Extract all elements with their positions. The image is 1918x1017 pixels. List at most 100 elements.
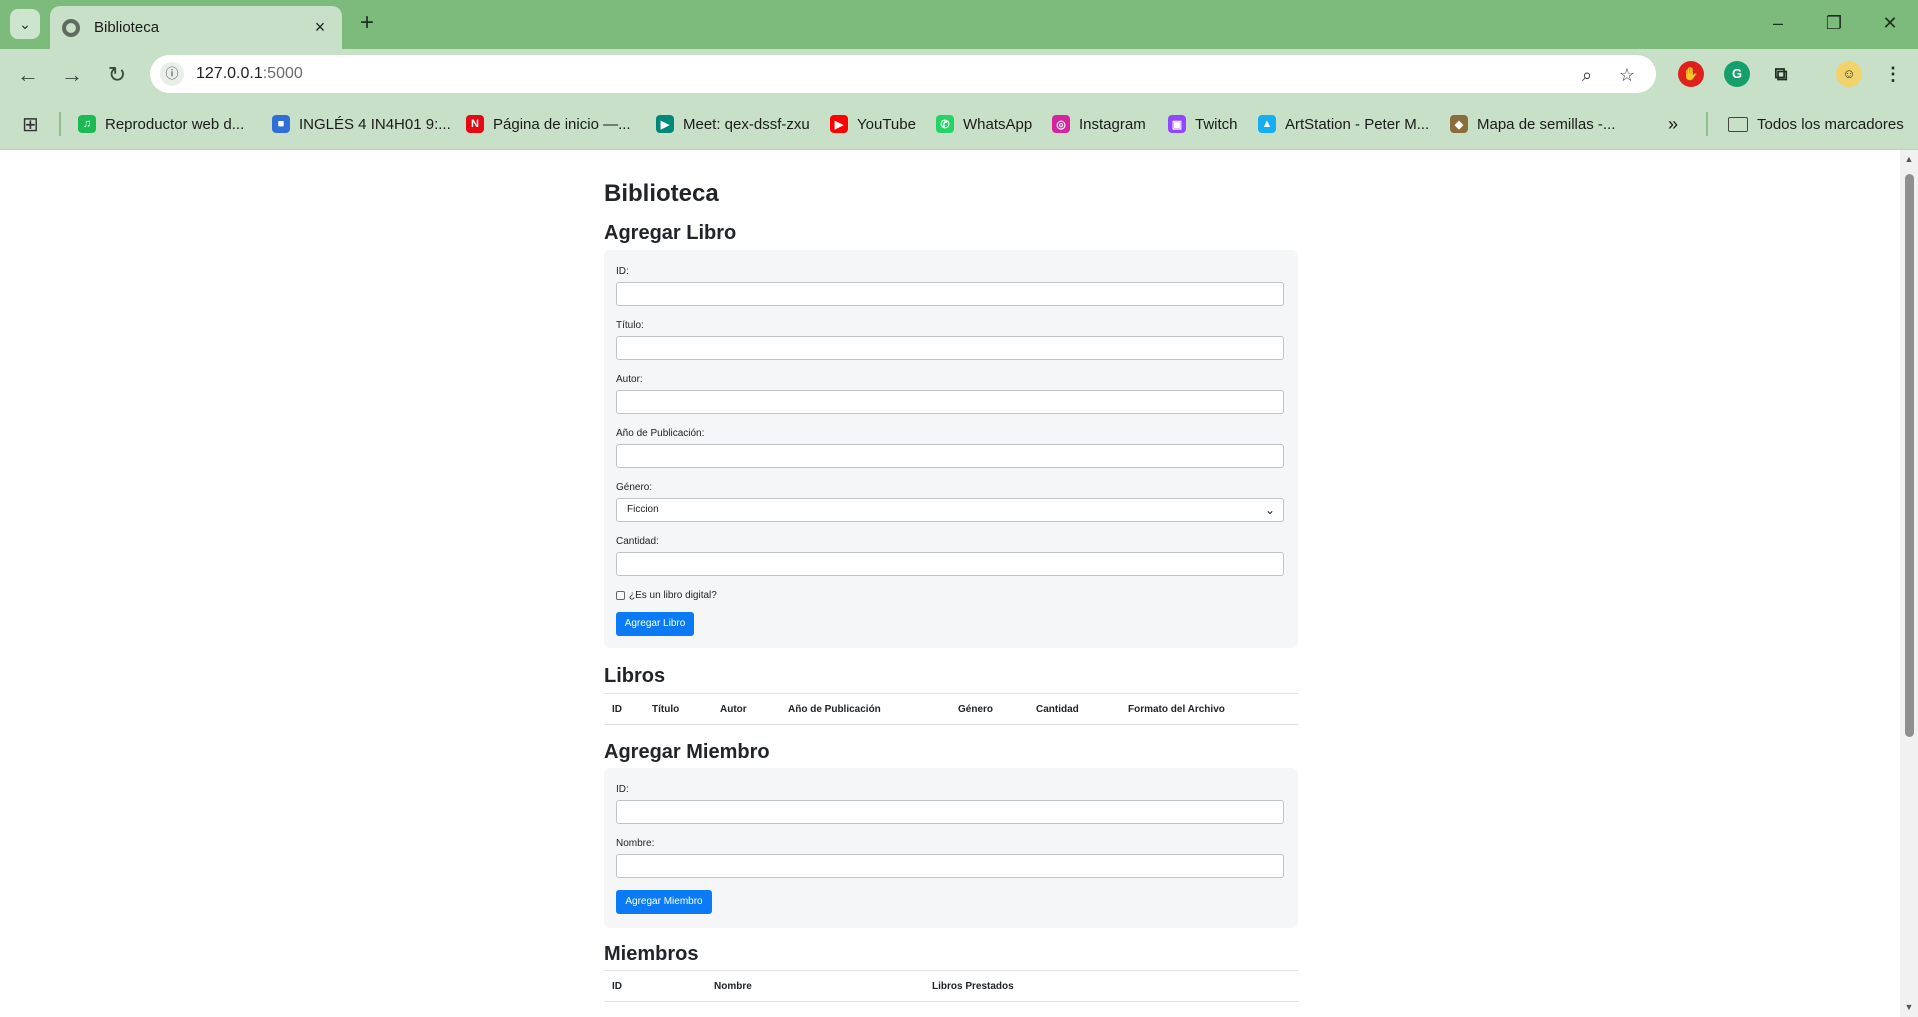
bookmark-star-icon[interactable]: ☆ [1614,62,1640,88]
bookmark-item[interactable]: ▶ YouTube [830,113,916,135]
bookmark-separator [59,112,61,136]
all-bookmarks-label: Todos los marcadores [1757,115,1904,133]
tab-biblioteca[interactable]: Biblioteca × [50,6,342,49]
close-tab-icon[interactable]: × [310,17,330,38]
book-quantity-label: Cantidad: [616,536,659,547]
member-name-input[interactable] [616,854,1284,878]
bookmark-label: YouTube [857,115,916,133]
bookmarks-bar: ⊞ ♫ Reproductor web d... ■ INGLÉS 4 IN4H01 … [0,99,1918,150]
books-heading: Libros [604,665,666,687]
scroll-down-icon[interactable]: ▼ [1904,1002,1914,1012]
bookmark-item[interactable]: ◆ Mapa de semillas -... [1450,113,1615,135]
book-id-input[interactable] [616,282,1284,306]
bookmark-label: Meet: qex-dssf-zxu [683,115,810,133]
book-author-label: Autor: [616,374,643,385]
close-window-button[interactable]: ✕ [1870,8,1910,38]
add-member-heading: Agregar Miembro [604,741,770,763]
page-content: Biblioteca Agregar Libro ID: Título: Aut… [0,150,1900,1017]
bookmark-item[interactable]: ▣ Twitch [1168,113,1238,135]
minimize-button[interactable]: – [1758,8,1798,38]
books-col-genre: Género [958,704,994,715]
bookmark-label: Twitch [1195,115,1238,133]
whatsapp-icon: ✆ [936,115,954,133]
more-bookmarks-icon[interactable]: » [1668,113,1678,135]
address-bar[interactable]: ⓘ 127.0.0.1:5000 ⌕ ☆ [150,55,1656,93]
digital-book-checkbox[interactable] [616,591,625,600]
meet-icon: ▶ [656,115,674,133]
scrollbar-thumb[interactable] [1905,174,1914,737]
site-info-icon[interactable]: ⓘ [160,62,184,86]
tab-search-button[interactable]: ⌄ [10,9,40,39]
books-col-title: Título [652,704,680,715]
bookmark-item[interactable]: ▲ ArtStation - Peter M... [1258,113,1429,135]
book-title-input[interactable] [616,336,1284,360]
bookmark-label: WhatsApp [963,115,1033,133]
folder-icon [1728,116,1748,132]
books-col-quantity: Cantidad [1036,704,1079,715]
member-id-input[interactable] [616,800,1284,824]
member-id-label: ID: [616,784,629,795]
grammarly-extension-icon[interactable]: G [1724,61,1750,87]
members-heading: Miembros [604,943,699,965]
apps-grid-icon[interactable]: ⊞ [22,113,39,136]
book-genre-label: Género: [616,482,653,493]
add-member-button[interactable]: Agregar Miembro [616,890,712,914]
digital-book-label: ¿Es un libro digital? [629,590,717,601]
bookmark-label: Página de inicio —... [493,115,631,133]
book-year-input[interactable] [616,444,1284,468]
url-text: 127.0.0.1:5000 [196,65,303,82]
bookmark-label: Reproductor web d... [105,115,245,133]
add-book-button[interactable]: Agregar Libro [616,612,694,636]
genre-selected-value: Ficcion [627,504,659,515]
bookmark-item[interactable]: ▶ Meet: qex-dssf-zxu [656,113,810,135]
spotify-icon: ♫ [78,115,96,133]
netflix-icon: N [466,115,484,133]
classroom-icon: ■ [272,115,290,133]
youtube-icon: ▶ [830,115,848,133]
back-button[interactable]: ← [12,59,44,91]
bookmark-item[interactable]: ✆ WhatsApp [936,113,1032,135]
zoom-icon[interactable]: ⌕ [1574,62,1600,88]
book-quantity-input[interactable] [616,552,1284,576]
seed-map-icon: ◆ [1450,115,1468,133]
tab-strip: ⌄ Biblioteca × + – ❐ ✕ [0,0,1918,49]
bookmark-label: ArtStation - Peter M... [1285,115,1430,133]
book-author-input[interactable] [616,390,1284,414]
extensions-puzzle-icon[interactable]: ⧉ [1768,61,1794,87]
new-tab-button[interactable]: + [352,9,382,39]
instagram-icon: ◎ [1052,115,1070,133]
forward-button[interactable]: → [56,59,88,91]
members-col-name: Nombre [714,981,752,992]
member-name-label: Nombre: [616,838,655,849]
artstation-icon: ▲ [1258,115,1276,133]
members-col-id: ID [612,981,622,992]
books-col-id: ID [612,704,622,715]
bookmark-item[interactable]: ♫ Reproductor web d... [78,113,244,135]
page-title: Biblioteca [604,180,719,207]
bookmark-item[interactable]: N Página de inicio —... [466,113,631,135]
twitch-icon: ▣ [1168,115,1186,133]
reload-button[interactable]: ↻ [101,59,133,91]
restore-button[interactable]: ❐ [1814,8,1854,38]
bookmark-label: Instagram [1079,115,1146,133]
book-genre-select[interactable]: Ficcion ⌄ [616,498,1284,522]
bookmark-item[interactable]: ◎ Instagram [1052,113,1146,135]
members-col-borrowed: Libros Prestados [932,981,1014,992]
book-year-label: Año de Publicación: [616,428,705,439]
page-scrollbar[interactable]: ▲ ▼ [1900,150,1918,1017]
profile-avatar[interactable]: ☺ [1836,61,1862,87]
adblock-extension-icon[interactable]: ✋ [1678,61,1704,87]
books-col-author: Autor [720,704,747,715]
all-bookmarks-button[interactable]: Todos los marcadores [1728,113,1904,135]
books-col-year: Año de Publicación [788,704,881,715]
bookmark-item[interactable]: ■ INGLÉS 4 IN4H01 9:... [272,113,451,135]
add-book-form: ID: Título: Autor: Año de Publicación: G… [604,250,1298,648]
books-col-format: Formato del Archivo [1128,704,1225,715]
browser-chrome: ⌄ Biblioteca × + – ❐ ✕ ← → ↻ ⓘ 127.0.0.1… [0,0,1918,150]
tab-title: Biblioteca [94,19,160,36]
scroll-up-icon[interactable]: ▲ [1904,154,1914,164]
books-table-header: ID Título Autor Año de Publicación Géner… [604,693,1298,725]
globe-icon [62,18,80,37]
chevron-down-icon: ⌄ [19,15,31,32]
browser-menu-icon[interactable]: ⋮ [1880,61,1906,87]
